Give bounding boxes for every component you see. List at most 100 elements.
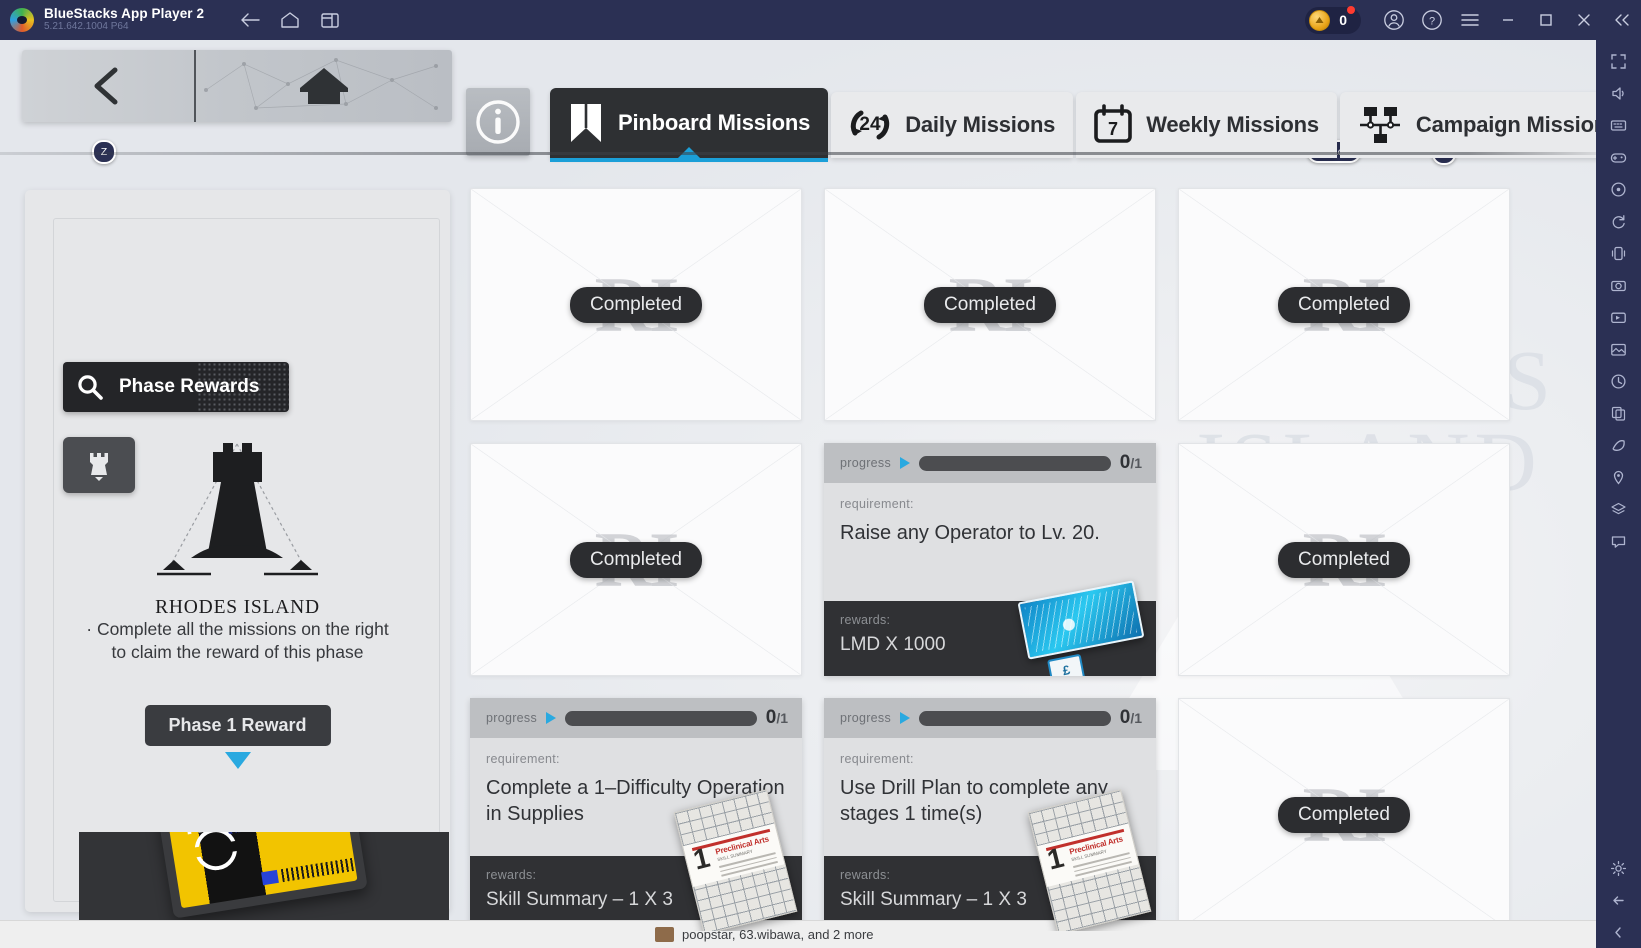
keyboard-controls-icon[interactable] — [1599, 110, 1639, 141]
macro-icon[interactable] — [1599, 366, 1639, 397]
clock-24h-icon: 24 — [851, 110, 890, 140]
screenshot-icon[interactable] — [1599, 270, 1639, 301]
collapse-chevron-icon[interactable] — [1603, 0, 1641, 40]
phase-reward-button[interactable]: Phase 1 Reward — [144, 705, 331, 746]
titlebar-nav-icons — [240, 11, 340, 29]
notification-dot — [1347, 5, 1355, 14]
eco-mode-icon[interactable] — [1599, 430, 1639, 461]
layers-icon[interactable] — [1599, 494, 1639, 525]
chat-icon[interactable] — [1599, 526, 1639, 557]
back-arrow-icon[interactable] — [240, 12, 260, 28]
rook-chess-icon — [90, 453, 108, 481]
tab-weekly-missions[interactable]: 7 Weekly Missions — [1076, 92, 1337, 158]
phase-rewards-title: Phase Rewards — [119, 376, 260, 397]
mission-grid: RI Completed RI Completed RI Completed R… — [470, 188, 1510, 931]
tab-label: Campaign Missions — [1415, 112, 1596, 137]
progress-play-icon — [546, 712, 557, 724]
requirement-text: Raise any Operator to Lv. 20. — [840, 522, 1100, 544]
completed-badge: Completed — [1278, 286, 1410, 323]
progress-total: /1 — [1130, 710, 1142, 726]
tab-campaign-missions[interactable]: Campaign Missions — [1339, 92, 1596, 158]
coin-icon — [1309, 9, 1331, 31]
progress-label: progress — [840, 456, 892, 470]
rook-filter-button[interactable] — [63, 437, 135, 493]
progress-total: /1 — [1130, 455, 1142, 471]
coin-count-value: 0 — [1339, 12, 1347, 28]
gamepad-icon[interactable] — [1599, 142, 1639, 173]
game-top-bar: Z X Space Pinboard Missions — [0, 40, 1596, 165]
mission-progress-row: progress 0/1 — [824, 698, 1156, 738]
completed-badge: Completed — [1278, 796, 1410, 833]
mission-card[interactable]: progress 0/1 requirement: Raise any Oper… — [824, 443, 1156, 676]
mission-card[interactable]: progress 0/1 requirement: Complete a 1–D… — [470, 698, 802, 931]
mission-card[interactable]: RI Completed — [1178, 698, 1510, 931]
maximize-icon[interactable] — [1527, 0, 1565, 40]
pin-icon[interactable] — [1599, 462, 1639, 493]
progress-count: 0/1 — [1120, 452, 1142, 474]
back-nav-icon[interactable] — [1599, 885, 1639, 916]
back-home-bar[interactable] — [22, 50, 452, 122]
tab-label: Pinboard Missions — [618, 110, 811, 135]
home-icon[interactable] — [280, 11, 300, 29]
down-caret-icon — [224, 752, 251, 769]
completed-badge: Completed — [924, 286, 1056, 323]
account-icon[interactable] — [1375, 0, 1413, 40]
tab-label: Daily Missions — [905, 112, 1056, 137]
location-icon[interactable] — [1599, 174, 1639, 205]
rotate-icon[interactable] — [1599, 206, 1639, 237]
screen-record-icon[interactable] — [1599, 302, 1639, 333]
window-title: BlueStacks App Player 2 5.21.642.1004 P6… — [44, 6, 205, 33]
progress-bar — [919, 710, 1111, 726]
minimize-icon[interactable] — [1489, 0, 1527, 40]
copy-paste-icon[interactable] — [1599, 398, 1639, 429]
progress-count: 0/1 — [1120, 707, 1142, 729]
coin-counter[interactable]: 0 — [1305, 5, 1361, 34]
info-button[interactable] — [466, 88, 530, 156]
volume-icon[interactable] — [1599, 78, 1639, 109]
requirement-label: requirement: — [840, 752, 914, 766]
pinboard-banner-icon — [571, 104, 601, 142]
fullscreen-icon[interactable] — [1599, 46, 1639, 77]
bluestacks-window: BlueStacks App Player 2 5.21.642.1004 P6… — [0, 0, 1641, 948]
svg-text:?: ? — [1429, 16, 1435, 28]
app-name: BlueStacks App Player 2 — [44, 6, 205, 22]
game-screen: RHODESISLAND — [0, 40, 1596, 948]
multi-instance-icon[interactable] — [320, 11, 340, 29]
phase-rewards-header[interactable]: Phase Rewards — [63, 362, 289, 412]
mission-card[interactable]: progress 0/1 requirement: Use Drill Plan… — [824, 698, 1156, 931]
progress-count: 0/1 — [766, 707, 788, 729]
requirement-label: requirement: — [840, 497, 914, 511]
tab-pinboard-missions[interactable]: Pinboard Missions — [550, 88, 829, 162]
network-tree-icon — [1359, 107, 1400, 143]
close-icon[interactable] — [1565, 0, 1603, 40]
settings-gear-icon[interactable] — [1599, 853, 1639, 884]
progress-current: 0 — [1119, 707, 1131, 728]
back-chevron-icon[interactable] — [22, 64, 194, 108]
mission-card[interactable]: RI Completed — [1178, 443, 1510, 676]
home-button[interactable] — [196, 50, 452, 122]
mission-card[interactable]: RI Completed — [1178, 188, 1510, 421]
permit-barcode — [280, 857, 354, 883]
media-manager-icon[interactable] — [1599, 334, 1639, 365]
shake-icon[interactable] — [1599, 238, 1639, 269]
phase-rewards-panel: RHODES ISLAND Phase Rewards · Complete a… — [25, 190, 450, 948]
svg-text:24: 24 — [860, 114, 882, 135]
chat-bar[interactable]: poopstar, 63.wibawa, and 2 more — [0, 920, 1596, 948]
mission-progress-row: progress 0/1 — [824, 443, 1156, 483]
mission-card[interactable]: RI Completed — [824, 188, 1156, 421]
calendar-7-icon: 7 — [1094, 104, 1133, 143]
search-icon — [78, 375, 103, 400]
permit-face: HEADHUNTING & RECRUITING SERVICE — [164, 832, 358, 909]
completed-badge: Completed — [570, 541, 702, 578]
phase-reward-label: Phase 1 Reward — [168, 715, 307, 735]
tab-daily-missions[interactable]: 24 Daily Missions — [831, 92, 1074, 158]
mission-card[interactable]: RI Completed — [470, 188, 802, 421]
mission-card[interactable]: RI Completed — [470, 443, 802, 676]
help-icon[interactable]: ? — [1413, 0, 1451, 40]
info-icon — [476, 100, 520, 144]
right-sidebar — [1596, 40, 1641, 948]
chat-avatar — [655, 927, 674, 942]
sidebar-collapse-icon[interactable] — [1599, 917, 1639, 948]
headhunting-permit-icon: HEADHUNTING & RECRUITING SERVICE — [154, 832, 368, 919]
hamburger-menu-icon[interactable] — [1451, 0, 1489, 40]
